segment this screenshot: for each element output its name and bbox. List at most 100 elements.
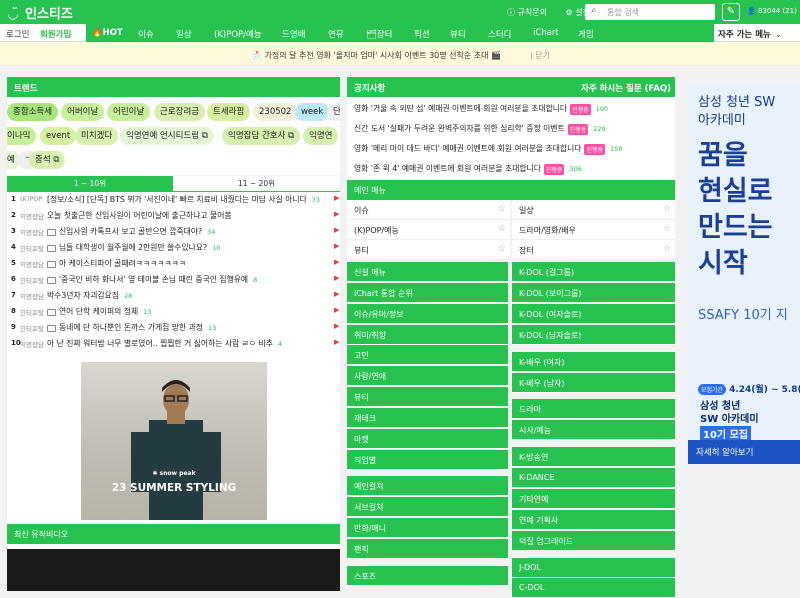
trend-chip[interactable]: 이나믹 (7, 127, 36, 145)
notice-row[interactable]: 영화 '존 윅 4' 예매권 이벤트에 회원 여러분을 초대합니다진행중306 (347, 157, 675, 177)
trend-chip[interactable]: 익명잡담 간호사 ⧉ (222, 127, 300, 145)
menu-item[interactable]: 마켓 (347, 429, 508, 449)
login-link[interactable]: 로그인 (6, 28, 29, 40)
notice-row[interactable]: 영화 '거울 속 외딴 섬' 예매권 이벤트에 회원 여러분을 초대합니다진행중… (347, 97, 675, 117)
nav-hot[interactable]: 🔥HOT (92, 28, 123, 38)
hot-row[interactable]: 5익명잡담아 케이스티파이 골때려ㅋㅋㅋㅋㅋㅋㅋ▶ (7, 256, 340, 272)
nav-ichart[interactable]: iChart (533, 28, 559, 38)
nav-drama[interactable]: 드영배 (282, 28, 305, 40)
menu-item[interactable]: (K)POP/예능☆ (347, 220, 510, 240)
menu-item[interactable]: K-DOL (남자솔로) (512, 325, 675, 345)
menu-item[interactable]: K-DOL (걸그룹) (512, 262, 675, 282)
menu-item[interactable]: 사랑/연애 (347, 366, 508, 386)
menu-item[interactable]: 드라마/영화/배우☆ (512, 220, 675, 240)
hot-row[interactable]: 3익명잡담신입사원 카톡프사 보고 골반으면 깝죽대야?34▶ (7, 224, 340, 240)
hot-row[interactable]: 4인티포털님들 대학생이 월주월에 2만원만 쓸수있나요?10▶ (7, 240, 340, 256)
trend-chip[interactable]: 어버이날 (61, 103, 104, 121)
nav-kpop[interactable]: (K)POP/예능 (214, 28, 262, 40)
star-icon[interactable]: ☆ (498, 224, 506, 234)
hot-row[interactable]: 6인티포털'중국인 비하 화나서' 옆 테이블 손님 때린 중국인 집행유예8▶ (7, 272, 340, 288)
notice-row[interactable]: 영화 '메리 마이 데드 바디' 예매권 이벤트에 회원 여러분을 초대합니다진… (347, 137, 675, 157)
menu-item[interactable]: 신설 메뉴 (347, 262, 508, 282)
notice-close-button[interactable]: | 닫기 (530, 50, 550, 61)
menu-item[interactable]: K-배우 (남자) (512, 373, 675, 393)
menu-item[interactable]: 서브컬쳐 (347, 497, 508, 517)
trend-chip[interactable]: 어린이날 (107, 103, 150, 121)
nav-study[interactable]: 스터디 (488, 28, 511, 40)
menu-item[interactable]: 직업별 (347, 450, 508, 470)
nav-beauty[interactable]: 뷰티 (450, 28, 466, 40)
hot-row[interactable]: 1(K)POP[정보/소식] [단독] BTS 뷔가 '서진이네' 빠르 치료비… (7, 192, 340, 208)
menu-item[interactable]: 덕질 업그레이드 (512, 531, 675, 551)
menu-item[interactable]: 스포츠 (347, 566, 508, 586)
notice-row[interactable]: 신간 도서 '실패가 두려운 완벽주의자를 위한 심리학' 증정 이벤트진행중2… (347, 117, 675, 137)
trend-chip[interactable]: 익명연예 언시티드림 ⧉ (120, 127, 214, 145)
ad-more-button[interactable]: 자세히 알아보기 (688, 440, 800, 464)
fashion-ad[interactable]: ✱ snow peak 23 SUMMER STYLING (7, 352, 340, 522)
hot-row[interactable]: 8인티포털연어 단학 케이퍼의 정체13▶ (7, 304, 340, 320)
nav-fiction[interactable]: 픽션 (414, 28, 430, 40)
menu-item[interactable]: 예인컬쳐 (347, 476, 508, 496)
nav-market[interactable]: 🗂장터 (366, 28, 392, 40)
menu-item[interactable]: 고민 (347, 345, 508, 365)
hot-row[interactable]: 10익명잡담아 난 진짜 워터밤 너무 별로였어.. 찝찝한 거 싫어하는 사람… (7, 336, 340, 352)
trend-chip[interactable]: week (295, 103, 329, 121)
trend-chip[interactable]: 트세라핌 (207, 103, 250, 121)
menu-item[interactable]: K-방송연 (512, 447, 675, 467)
trend-chip[interactable]: 미치겠다 (75, 127, 118, 145)
menu-item[interactable]: 취미/취향 (347, 325, 508, 345)
menu-item[interactable]: 뷰티 (347, 387, 508, 407)
favorites-menu[interactable]: 자주 가는 메뉴⌄ (718, 28, 782, 40)
nav-musical[interactable]: 연뮤 (328, 28, 344, 40)
nav-issue[interactable]: 이슈 (138, 28, 154, 40)
star-icon[interactable]: ☆ (498, 244, 506, 254)
menu-item[interactable]: K-DOL (여자솔로) (512, 304, 675, 324)
rules-link[interactable]: ⓘ 규칙문의 (507, 8, 555, 17)
trend-chip[interactable]: 근로장려금 (154, 103, 205, 121)
menu-item[interactable]: 기타연예 (512, 489, 675, 509)
user-info[interactable]: 👤 83044 (21) (747, 7, 797, 15)
menu-item[interactable]: 드라마 (512, 399, 675, 419)
side-ad-banner[interactable]: 삼성 청년 SW아카데미 꿈을현실로만드는시작 SSAFY 10기 지 모집기간… (688, 84, 800, 464)
star-icon[interactable]: ☆ (663, 224, 671, 234)
trend-chip[interactable]: 중석 ⧉ (29, 151, 65, 169)
site-logo[interactable]: ◡̈인스티즈 (8, 3, 73, 22)
trend-chip[interactable]: event (40, 127, 76, 145)
tab-rank-11-20[interactable]: 11 ~ 20위 (173, 176, 340, 192)
trend-chip[interactable]: 230502 (253, 103, 297, 121)
star-icon[interactable]: ☆ (663, 244, 671, 254)
nav-daily[interactable]: 일상 (176, 28, 192, 40)
menu-item[interactable]: iChart 통합 순위 (347, 283, 508, 303)
nav-game[interactable]: 게임 (578, 28, 594, 40)
menu-item[interactable]: J-DOL (512, 558, 675, 578)
hot-row[interactable]: 7익명잡담박수3년차 자괴감요짐28▶ (7, 288, 340, 304)
menu-item[interactable]: 뷰티☆ (347, 240, 510, 260)
trend-chip[interactable]: 익명연 (303, 127, 338, 145)
hot-row[interactable]: 9인티포털동네에 단 하나뿐인 돈까스 가게집 망한 과정13▶ (7, 320, 340, 336)
star-icon[interactable]: ☆ (663, 204, 671, 214)
video-thumbnail[interactable] (7, 549, 340, 591)
menu-item[interactable]: 재테크 (347, 408, 508, 428)
hot-row[interactable]: 2익명잡담오늘 첫출근한 신입사원이 어린이날에 출근하냐고 물어봄▶ (7, 208, 340, 224)
menu-item[interactable]: C-DOL (512, 578, 675, 598)
menu-item[interactable]: 이슈☆ (347, 200, 510, 220)
faq-link[interactable]: 자주 하시는 질문 (FAQ) (581, 82, 671, 94)
menu-item[interactable]: 팬픽 (347, 539, 508, 559)
menu-item[interactable]: K-DOL (보이그룹) (512, 283, 675, 303)
star-icon[interactable]: ☆ (498, 204, 506, 214)
menu-item[interactable]: 연예 기획사 (512, 510, 675, 530)
menu-item[interactable]: 장터☆ (512, 240, 675, 260)
notice-text[interactable]: 📩 가정의 달 추천 영화 '올지마 엄마' 시사회 이벤트 30명 선착순 초… (252, 50, 501, 61)
menu-item[interactable]: 일상☆ (512, 200, 675, 220)
trend-chip[interactable]: 종합소득세 (7, 103, 58, 121)
menu-item[interactable]: K-DANCE (512, 468, 675, 488)
menu-item[interactable]: 만화/애니 (347, 518, 508, 538)
join-link[interactable]: 회원가입 (40, 28, 71, 40)
trend-chip[interactable]: 단 (327, 103, 340, 121)
menu-item[interactable]: K-배우 (여자) (512, 352, 675, 372)
menu-item[interactable]: 시사/예능 (512, 420, 675, 440)
search-input[interactable]: ⌕통합 검색 (585, 4, 715, 20)
magic-wand-button[interactable]: ✎ (722, 3, 740, 21)
tab-rank-1-10[interactable]: 1 ~ 10위 (7, 176, 173, 192)
menu-item[interactable]: 이슈/유머/정보 (347, 304, 508, 324)
